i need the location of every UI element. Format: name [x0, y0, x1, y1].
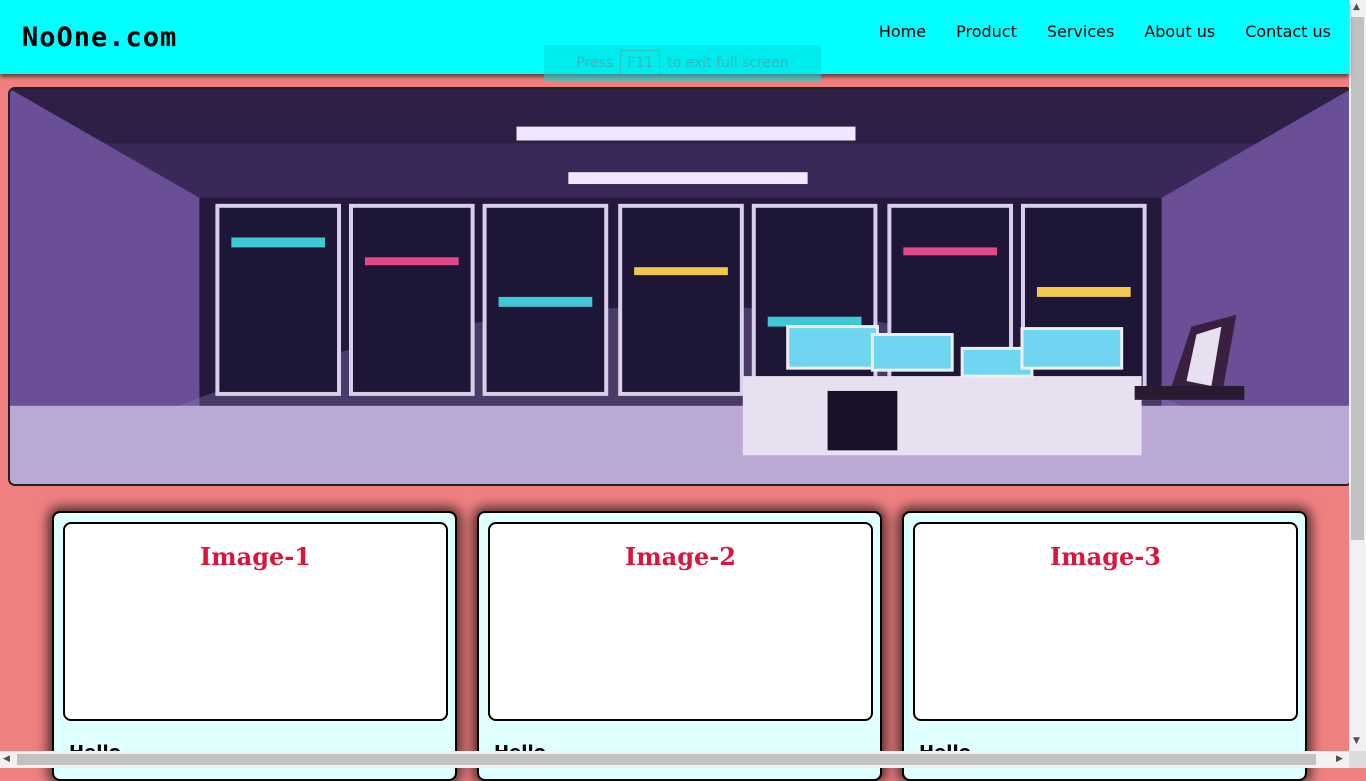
- toast-prefix: Press: [576, 55, 614, 71]
- image-placeholder-3: Image-3: [913, 522, 1298, 721]
- hero-banner-image: [8, 87, 1353, 486]
- card-title-3: Image-3: [1050, 542, 1161, 571]
- scrollbar-corner: [1349, 751, 1366, 768]
- card-title-1: Image-1: [200, 542, 311, 571]
- image-placeholder-2: Image-2: [488, 522, 873, 721]
- toast-key: F11: [620, 50, 661, 76]
- scroll-left-arrow-icon[interactable]: ◀: [3, 754, 10, 764]
- nav-home-link[interactable]: Home: [879, 22, 926, 41]
- vertical-scroll-thumb[interactable]: [1351, 17, 1364, 540]
- horizontal-scrollbar[interactable]: ◀ ▶: [0, 751, 1349, 768]
- image-card-1: Image-1 Hello: [52, 511, 457, 781]
- nav-menu: Home Product Services About us Contact u…: [879, 22, 1331, 41]
- image-placeholder-1: Image-1: [63, 522, 448, 721]
- scroll-right-arrow-icon[interactable]: ▶: [1336, 754, 1343, 764]
- horizontal-scroll-thumb[interactable]: [17, 754, 1316, 765]
- server-room-illustration: [10, 89, 1351, 484]
- nav-product-link[interactable]: Product: [956, 22, 1017, 41]
- card-row: Image-1 Hello Image-2 Hello Image-3 Hell…: [52, 511, 1307, 781]
- site-logo[interactable]: NoOne.com: [22, 22, 177, 53]
- image-card-3: Image-3 Hello: [902, 511, 1307, 781]
- card-title-2: Image-2: [625, 542, 736, 571]
- scroll-up-arrow-icon[interactable]: ▲: [1353, 2, 1360, 12]
- nav-about-link[interactable]: About us: [1144, 22, 1215, 41]
- fullscreen-toast: Press F11 to exit full screen: [544, 45, 821, 81]
- nav-contact-link[interactable]: Contact us: [1245, 22, 1331, 41]
- toast-suffix: to exit full screen: [667, 55, 789, 71]
- vertical-scrollbar[interactable]: ▲ ▼: [1349, 0, 1366, 751]
- image-card-2: Image-2 Hello: [477, 511, 882, 781]
- nav-services-link[interactable]: Services: [1047, 22, 1114, 41]
- scroll-down-arrow-icon[interactable]: ▼: [1353, 736, 1360, 746]
